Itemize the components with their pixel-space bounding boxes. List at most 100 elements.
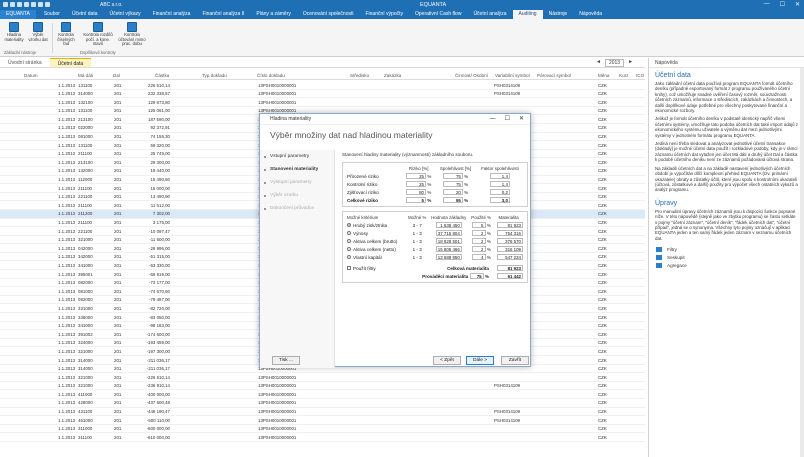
column-header[interactable]: Číslo dokladu [257, 73, 285, 78]
open-icon[interactable] [17, 2, 22, 7]
table-row[interactable]: 1.1.2013 314000 201 232 338,57 13PSH00100000… [0, 90, 645, 99]
ribbon-tab[interactable]: Účetní výkazy [104, 10, 147, 19]
sample-button[interactable]: Výběr vzorku dat [27, 22, 49, 42]
used-pct-input[interactable]: 4 [471, 254, 486, 260]
reliability-input[interactable]: 75 [442, 173, 463, 179]
table-row[interactable]: 1.1.2013 461000 201 -500 110,00 13PSH0010000… [0, 416, 645, 425]
used-pct-input[interactable]: 5 [471, 222, 486, 228]
criteria-radio[interactable] [347, 223, 351, 228]
ribbon-tab[interactable]: Plány a záměry [250, 10, 296, 19]
help-header: Nápověda [649, 58, 804, 68]
ribbon-tab[interactable]: Auditing [512, 10, 543, 19]
table-row[interactable]: 1.1.2013 411000 201 -400 000,00 13PSH0010000… [0, 390, 645, 399]
ribbon-tab[interactable]: Účetní data [66, 10, 104, 19]
ribbon-tab[interactable]: EQUANTA [0, 10, 36, 19]
table-row[interactable]: 1.1.2013 311100 201 -610 000,00 13PSH0010000… [0, 433, 645, 442]
wizard-step[interactable]: Vstupní parametry [260, 150, 334, 163]
new-icon[interactable] [10, 2, 15, 7]
table-cell: CZK [598, 340, 607, 346]
table-cell: 13PSH0010000001 [258, 383, 297, 389]
risk-input[interactable]: 80 [405, 189, 426, 195]
used-pct-input[interactable]: 2 [471, 230, 486, 236]
column-header[interactable]: Datum [24, 73, 38, 78]
ribbon-tab[interactable]: Finanční analýza [147, 10, 197, 19]
undo-icon[interactable] [38, 2, 43, 7]
table-row[interactable]: 1.1.2013 131100 201 226 510,14 13PSH00100000… [0, 81, 645, 90]
ribbon-tab[interactable]: Nápověda [573, 10, 608, 19]
table-cell: 132000 [78, 168, 93, 174]
column-header[interactable]: Dal [113, 73, 120, 78]
table-row[interactable]: 1.1.2013 132100 201 129 973,80 13PSH00100000… [0, 98, 645, 107]
next-button[interactable]: Dále > [466, 356, 494, 365]
criteria-radio[interactable] [347, 239, 351, 244]
risk-input[interactable]: 25 [405, 173, 426, 179]
tab-home[interactable]: Úvodní stránka [0, 58, 50, 67]
quick-access-toolbar[interactable] [0, 2, 50, 7]
help-link-group[interactable]: Seskupit [649, 252, 804, 261]
ribbon-tab[interactable]: Nástroje [543, 10, 574, 19]
table-row[interactable]: 1.1.2013 311000 201 -600 000,00 13PSH0010000… [0, 425, 645, 434]
used-pct-input[interactable]: 2 [471, 246, 486, 252]
materiality-button[interactable]: Hladina materiality [3, 22, 25, 42]
criteria-header: Možné kritérium [347, 215, 379, 220]
column-header[interactable]: Typ dokladu [202, 73, 227, 78]
column-header[interactable]: Částka [155, 73, 169, 78]
column-header[interactable]: Zakázka [384, 73, 401, 78]
dialog-minimize-button[interactable]: — [490, 114, 496, 125]
year-field[interactable]: 2013 [604, 59, 625, 67]
help-scrollbar[interactable] [800, 68, 804, 457]
close-button[interactable]: ✕ [795, 1, 800, 8]
criteria-radio[interactable] [347, 247, 351, 252]
back-button[interactable]: < Zpět [433, 356, 461, 365]
used-pct-input[interactable]: 2 [471, 238, 486, 244]
ribbon-tab[interactable]: Soubor [38, 10, 66, 19]
print-icon[interactable] [31, 2, 36, 7]
table-cell: 1.1.2013 [58, 168, 76, 174]
help-link-filters[interactable]: Filtry [649, 244, 804, 253]
criteria-radio[interactable] [347, 255, 351, 260]
redo-icon[interactable] [45, 2, 50, 7]
tab-accounting-data[interactable]: Účetní data [49, 58, 92, 67]
risk-input[interactable]: 5 [405, 197, 426, 203]
print-button[interactable]: Tisk ... [272, 356, 300, 365]
balances-check-button[interactable]: Kontrola rozdílů počí. a kone. stavů [83, 22, 113, 47]
criteria-radio[interactable] [347, 231, 351, 236]
ribbon-tab[interactable]: Ocenování společnosti [297, 10, 360, 19]
save-icon[interactable] [24, 2, 29, 7]
dialog-close-button[interactable]: ✕ [519, 114, 524, 125]
ribbon-tab[interactable]: Finanční analýza II [196, 10, 250, 19]
column-header[interactable]: Činnost/ Osobní [455, 73, 488, 78]
table-row[interactable]: 1.1.2013 321000 201 -226 510,14 13PSH0010000… [0, 373, 645, 382]
table-cell: 59 320,00 [150, 142, 170, 148]
wizard-step-active[interactable]: Stanovení materiality [260, 163, 334, 176]
minimize-button[interactable]: — [764, 1, 770, 8]
table-row[interactable]: 1.1.2013 321000 201 -236 910,14 13PSH0010000… [0, 382, 645, 391]
table-row[interactable]: 1.1.2013 431100 201 -446 190,47 13PSH0010000… [0, 408, 645, 417]
number-series-button[interactable]: Kontrola číselných řad [55, 22, 77, 47]
ribbon-tab[interactable]: Účetní analýza [467, 10, 512, 19]
help-link-aggregate[interactable]: Agregace [649, 260, 804, 269]
table-row[interactable]: 1.1.2013 428000 201 -437 600,48 13PSH0010000… [0, 399, 645, 408]
off-hours-check-button[interactable]: Kontrola účtování mimo prac. dobu [117, 22, 147, 47]
column-header[interactable]: ICO [636, 73, 644, 78]
ribbon-tab[interactable]: Operativní Cash flow [409, 10, 467, 19]
column-header[interactable]: Má dáti [78, 73, 93, 78]
column-header[interactable]: Středisko [350, 73, 369, 78]
ribbon-tab[interactable]: Finanční výpočty [359, 10, 409, 19]
maximize-button[interactable]: ☐ [780, 1, 785, 8]
reliability-input[interactable]: 20 [442, 189, 463, 195]
column-header[interactable]: Měna [598, 73, 610, 78]
reliability-input[interactable]: 95 [442, 197, 463, 203]
column-header[interactable]: Variabilní symbol [495, 73, 530, 78]
column-header[interactable]: Párovací symbol [537, 73, 571, 78]
close-dialog-button[interactable]: Zavřít [501, 356, 529, 365]
app-icon[interactable] [3, 2, 8, 7]
prev-year-button[interactable]: ◄ [596, 59, 601, 67]
column-header[interactable]: Kurz [619, 73, 628, 78]
performance-pct-input[interactable]: 75 [469, 273, 484, 279]
reliability-input[interactable]: 75 [442, 181, 463, 187]
risk-input[interactable]: 25 [405, 181, 426, 187]
dialog-maximize-button[interactable]: ☐ [505, 114, 510, 125]
next-year-button[interactable]: ► [628, 59, 633, 67]
use-filters-checkbox[interactable] [347, 266, 351, 271]
